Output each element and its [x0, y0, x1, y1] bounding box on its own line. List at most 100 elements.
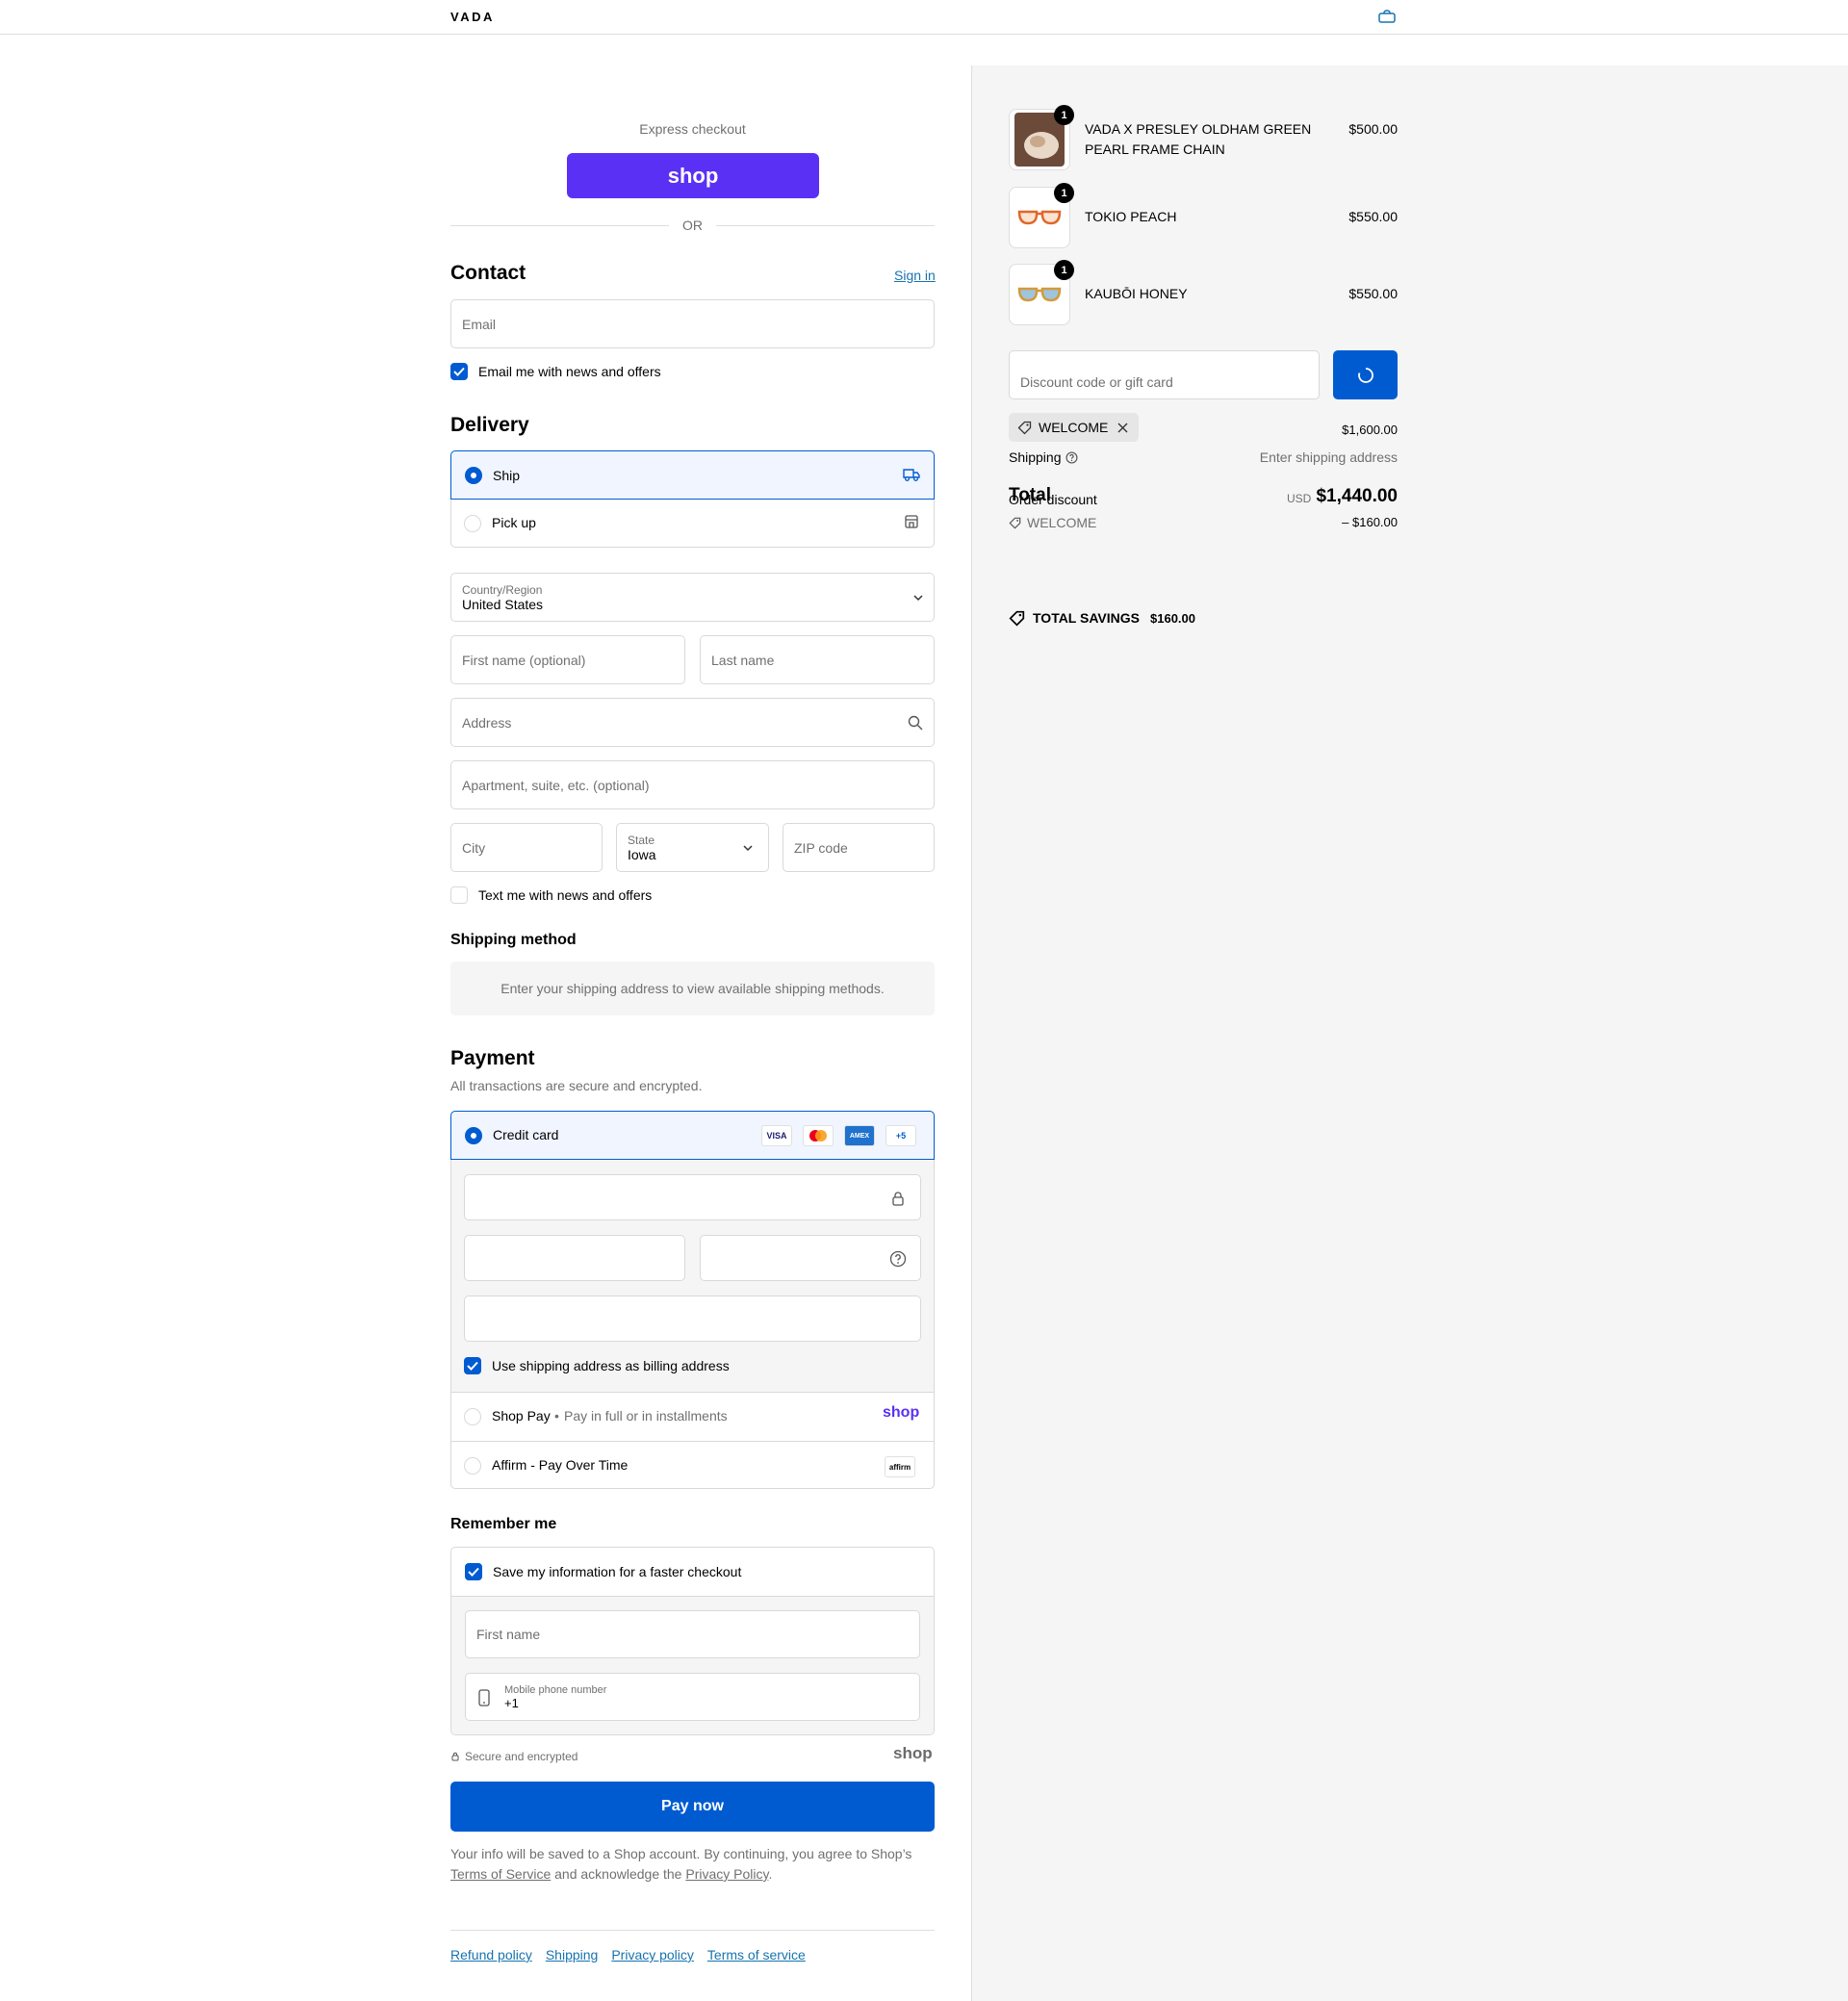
terms-of-service-footer-link[interactable]: Terms of service [707, 1947, 806, 1963]
tag-icon [1009, 517, 1021, 529]
mobile-phone-field[interactable]: Mobile phone number +1 [465, 1673, 920, 1721]
country-select[interactable]: Country/Region United States [450, 573, 935, 622]
last-name-field[interactable]: Last name [700, 635, 935, 684]
terms-of-service-link[interactable]: Terms of Service [450, 1866, 551, 1882]
savings-tag-icon [1009, 610, 1025, 627]
discount-code-label: WELCOME [1027, 515, 1097, 530]
legal-end: . [768, 1866, 773, 1882]
state-label: State [628, 833, 655, 847]
text-news-checkbox[interactable] [450, 886, 468, 904]
phone-value: +1 [504, 1695, 519, 1710]
name-on-card-field[interactable] [464, 1296, 921, 1342]
total-label: Total [1009, 485, 1051, 505]
address-field[interactable]: Address [450, 698, 935, 747]
product-thumbnail: 1 [1009, 260, 1074, 325]
remember-first-name-placeholder: First name [476, 1627, 541, 1642]
state-select[interactable]: State Iowa [616, 823, 769, 872]
check-icon [453, 367, 465, 376]
ship-label: Ship [493, 468, 521, 483]
payment-option-shop-pay[interactable]: Shop Pay • Pay in full or in installment… [450, 1392, 935, 1441]
affirm-radio[interactable] [464, 1457, 481, 1475]
store-icon [905, 515, 918, 528]
email-field[interactable]: Email [450, 299, 935, 348]
discount-code-field[interactable]: Discount code or gift card [1009, 350, 1320, 399]
site-header: VADA [0, 0, 1848, 35]
affirm-logo: affirm [885, 1456, 915, 1477]
store-logo[interactable]: VADA [450, 10, 495, 24]
email-placeholder: Email [462, 316, 497, 332]
remember-first-name-field[interactable]: First name [465, 1610, 920, 1658]
credit-card-radio[interactable] [465, 1127, 482, 1144]
text-news-label: Text me with news and offers [478, 887, 653, 903]
security-code-field[interactable] [700, 1235, 921, 1281]
phone-icon [478, 1689, 490, 1706]
apply-discount-button[interactable] [1333, 350, 1398, 399]
contact-title: Contact [450, 262, 526, 284]
shipping-method-notice: Enter your shipping address to view avai… [450, 962, 935, 1015]
phone-label: Mobile phone number [504, 1683, 607, 1696]
payment-option-affirm[interactable]: Affirm - Pay Over Time affirm [450, 1441, 935, 1489]
first-name-field[interactable]: First name (optional) [450, 635, 685, 684]
expiry-field[interactable] [464, 1235, 685, 1281]
email-news-checkbox[interactable] [450, 363, 468, 380]
more-cards-badge: +5 [886, 1125, 916, 1146]
chevron-down-icon [743, 845, 753, 852]
zip-field[interactable]: ZIP code [783, 823, 935, 872]
legal-intro: Your info will be saved to a Shop accoun… [450, 1846, 912, 1861]
product-price: $500.00 [1348, 121, 1398, 137]
credit-card-label: Credit card [493, 1127, 559, 1142]
product-price: $550.00 [1348, 209, 1398, 224]
first-name-placeholder: First name (optional) [462, 652, 586, 668]
lock-icon [451, 1752, 459, 1761]
refund-policy-link[interactable]: Refund policy [450, 1947, 532, 1963]
shop-logo: shop [893, 1744, 933, 1762]
delivery-title: Delivery [450, 414, 529, 436]
save-info-checkbox[interactable] [465, 1563, 482, 1580]
payment-option-credit-card[interactable]: Credit card VISA AMEX +5 [450, 1111, 935, 1160]
shop-pay-express-button[interactable]: shop [567, 153, 819, 198]
state-value: Iowa [628, 846, 656, 862]
product-price: $550.00 [1348, 286, 1398, 301]
pickup-radio[interactable] [464, 515, 481, 532]
email-news-label: Email me with news and offers [478, 364, 661, 379]
total-savings-value: $160.00 [1150, 611, 1195, 626]
sign-in-link[interactable]: Sign in [894, 268, 936, 283]
subtotal-value: $1,600.00 [1342, 423, 1398, 437]
glasses-product-image [1017, 287, 1062, 302]
bag-icon[interactable] [1378, 10, 1396, 23]
chevron-down-icon [913, 595, 923, 602]
billing-same-checkbox[interactable] [464, 1357, 481, 1374]
tag-icon [1017, 421, 1032, 435]
legal-middle: and acknowledge the [554, 1866, 682, 1882]
ship-radio[interactable] [465, 467, 482, 484]
privacy-policy-link[interactable]: Privacy Policy [685, 1866, 768, 1882]
city-placeholder: City [462, 839, 486, 856]
product-name: TOKIO PEACH [1085, 209, 1177, 224]
help-icon[interactable] [1065, 451, 1078, 464]
discount-placeholder: Discount code or gift card [1020, 373, 1173, 390]
quantity-badge: 1 [1054, 183, 1074, 203]
legal-text: Your info will be saved to a Shop accoun… [450, 1844, 935, 1885]
save-info-label: Save my information for a faster checkou… [493, 1564, 742, 1579]
delivery-option-pickup[interactable]: Pick up [450, 500, 935, 548]
city-field[interactable]: City [450, 823, 603, 872]
footer-divider [450, 1930, 935, 1931]
card-number-field[interactable] [464, 1174, 921, 1220]
product-thumbnail: 1 [1009, 183, 1074, 248]
shipping-policy-link[interactable]: Shipping [546, 1947, 599, 1963]
affirm-label: Affirm - Pay Over Time [492, 1457, 629, 1473]
or-label: OR [682, 218, 703, 233]
shop-pay-radio[interactable] [464, 1408, 481, 1425]
shop-pay-label: Shop Pay [492, 1408, 551, 1424]
help-icon[interactable] [889, 1250, 907, 1268]
shipping-method-message: Enter your shipping address to view avai… [500, 981, 885, 996]
zip-placeholder: ZIP code [794, 839, 848, 856]
product-thumbnail: 1 [1009, 105, 1074, 170]
pay-now-button[interactable]: Pay now [450, 1782, 935, 1832]
delivery-option-ship[interactable]: Ship [450, 450, 935, 500]
shipping-method-title: Shipping method [450, 932, 577, 948]
visa-icon: VISA [761, 1125, 792, 1146]
remove-icon[interactable] [1117, 423, 1128, 433]
apartment-field[interactable]: Apartment, suite, etc. (optional) [450, 760, 935, 809]
privacy-policy-footer-link[interactable]: Privacy policy [611, 1947, 694, 1963]
